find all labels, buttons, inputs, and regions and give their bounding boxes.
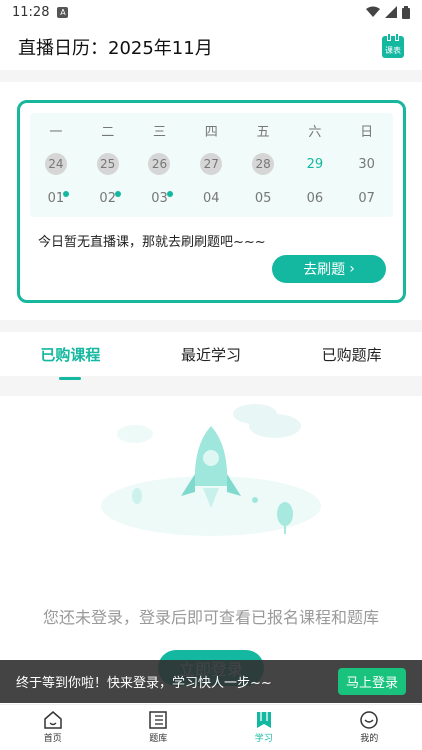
day-number: 07 [358,190,375,206]
day-number: 30 [358,156,375,172]
question-bank-icon [149,711,167,729]
practice-button-label: 去刷题 [303,262,346,278]
calendar-day[interactable]: 07 [341,181,393,215]
nav-label: 首页 [43,734,62,744]
calendar-day[interactable]: 03 [134,181,186,215]
tab-purchased-question-banks[interactable]: 已购题库 [281,332,422,376]
content-tabs: 已购课程 最近学习 已购题库 [0,332,422,380]
day-number: 03 [151,190,168,206]
day-number: 28 [252,153,275,175]
calendar-day[interactable]: 01 [30,181,82,215]
day-number: 01 [47,190,65,206]
live-calendar-section: 一 二 三 四 五 六 日 24 25 26 27 28 29 30 01 02… [0,82,422,320]
day-number: 27 [200,153,223,175]
week-row: 24 25 26 27 28 29 30 [30,147,393,181]
live-dot-icon [114,191,121,197]
calendar-day[interactable]: 26 [134,147,186,181]
study-icon [256,712,271,728]
weekday-label: 日 [360,124,374,140]
profile-icon [360,711,378,729]
nav-question-bank[interactable]: 题库 [106,705,212,750]
empty-state: 您还未登录，登录后即可查看已报名课程和题库 立即登录 [0,396,422,704]
live-calendar-card: 一 二 三 四 五 六 日 24 25 26 27 28 29 30 01 02… [17,100,406,303]
page-title: 直播日历：2025年11月 [18,38,213,59]
notification-icon: A [57,6,69,18]
calendar-day[interactable]: 30 [341,147,393,181]
weekday-label: 四 [204,124,218,140]
day-number: 29 [306,156,324,172]
practice-questions-button[interactable]: 去刷题 › [272,255,386,283]
calendar-grid: 一 二 三 四 五 六 日 24 25 26 27 28 29 30 01 02… [30,113,393,217]
weekday-label: 一 [49,124,63,140]
day-number: 05 [254,190,272,206]
calendar-day-today[interactable]: 29 [289,147,341,181]
calendar-day[interactable]: 05 [237,181,289,215]
nav-profile[interactable]: 我的 [317,705,422,750]
status-time: 11:28 [12,4,50,20]
weekday-row: 一 二 三 四 五 六 日 [30,113,393,147]
bottom-tab-bar: 首页 题库 学习 我的 [0,704,422,750]
calendar-day[interactable]: 28 [237,147,289,181]
weekday-label: 二 [101,124,115,140]
tab-purchased-courses[interactable]: 已购课程 [0,332,141,380]
chevron-right-icon: › [349,261,355,277]
day-number: 26 [148,153,171,175]
signal-icon [385,6,397,18]
weekday-label: 三 [152,124,166,140]
no-live-message: 今日暂无直播课，那就去刷刷题吧~~~ [38,235,266,250]
banner-message: 终于等到你啦！快来登录，学习快人一步~~ [16,676,272,691]
calendar-day[interactable]: 06 [289,181,341,215]
tab-recent-study[interactable]: 最近学习 [141,332,282,376]
live-dot-icon [63,191,69,197]
calendar-day[interactable]: 27 [185,147,237,181]
nav-home[interactable]: 首页 [0,705,106,750]
calendar-day[interactable]: 04 [185,181,237,215]
page-header: 直播日历：2025年11月 课表 [0,24,422,70]
weekday-label: 五 [256,124,270,140]
empty-state-message: 您还未登录，登录后即可查看已报名课程和题库 [42,608,379,627]
status-bar: 11:28 A [0,0,422,24]
calendar-day[interactable]: 02 [82,181,134,215]
home-icon [44,711,62,729]
wifi-icon [366,6,380,17]
day-number: 25 [96,153,119,175]
day-number: 04 [203,190,220,206]
schedule-icon-label: 课表 [385,46,401,55]
nav-label: 学习 [254,734,273,744]
week-row: 01 02 03 04 05 06 07 [30,181,393,215]
weekday-label: 六 [308,124,322,140]
calendar-day[interactable]: 24 [30,147,82,181]
calendar-day[interactable]: 25 [82,147,134,181]
day-number: 02 [99,190,116,206]
day-number: 24 [44,153,67,175]
nav-label: 题库 [149,734,168,744]
live-dot-icon [166,191,173,197]
schedule-calendar-icon[interactable]: 课表 [382,33,404,58]
login-prompt-banner: 终于等到你啦！快来登录，学习快人一步~~ 马上登录 [0,660,422,703]
nav-label: 我的 [360,734,379,744]
banner-login-button[interactable]: 马上登录 [337,668,406,695]
nav-study[interactable]: 学习 [211,705,317,750]
battery-icon [402,5,410,19]
rocket-illustration-icon [101,404,321,536]
day-number: 06 [306,190,324,206]
